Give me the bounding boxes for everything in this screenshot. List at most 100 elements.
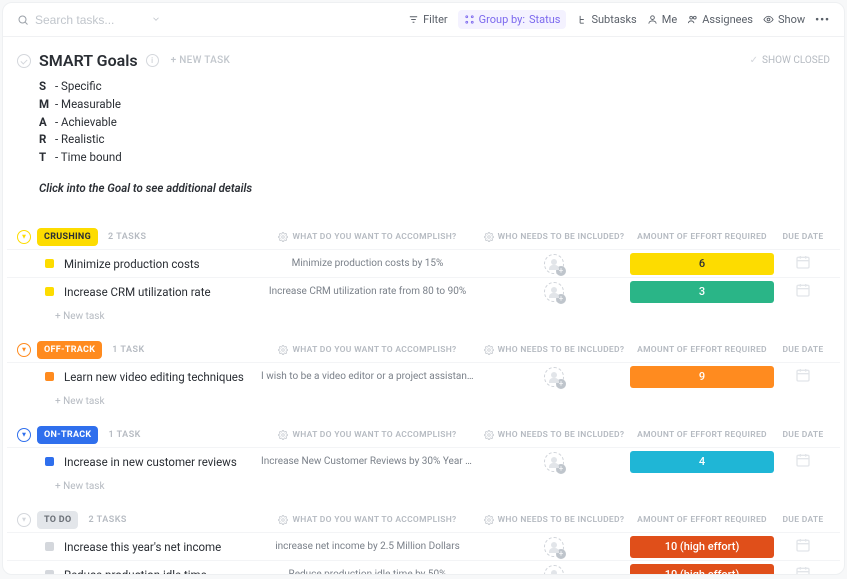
assignee-cell[interactable]: + [480,367,628,387]
status-square-icon[interactable] [45,287,54,296]
task-description: increase net income by 2.5 Million Dolla… [255,541,480,552]
task-row[interactable]: Increase CRM utilization rateIncrease CR… [7,277,840,305]
due-date-cell[interactable] [776,282,830,301]
task-row[interactable]: Reduce production idle timeReduce produc… [7,560,840,575]
column-accomplish[interactable]: WHAT DO YOU WANT TO ACCOMPLISH? [255,232,480,242]
task-row[interactable]: Increase this year's net income increase … [7,532,840,560]
collapse-toggle[interactable]: ▾ [17,428,31,442]
new-task-button[interactable]: + New task [7,475,840,492]
filter-button[interactable]: Filter [408,13,448,26]
subtasks-label: Subtasks [591,13,636,26]
instructions-text: Click into the Goal to see additional de… [39,181,830,195]
search-input[interactable] [35,13,145,27]
info-icon[interactable]: i [146,54,159,67]
check-icon: ✓ [750,55,758,66]
due-date-cell[interactable] [776,565,830,575]
new-task-header-button[interactable]: + NEW TASK [171,55,230,66]
subtasks-icon [576,14,587,25]
group-by-button[interactable]: Group by: Status [458,10,567,29]
task-count: 2 TASKS [88,515,126,525]
chevron-down-icon[interactable] [151,13,161,27]
add-assignee-icon[interactable]: + [544,367,564,387]
users-icon [687,14,698,25]
column-due[interactable]: DUE DATE [776,430,830,440]
status-pill[interactable]: TO DO [37,511,78,529]
status-square-icon[interactable] [45,372,54,381]
assignee-cell[interactable]: + [480,537,628,557]
effort-badge[interactable]: 9 [630,366,774,388]
task-description: Increase New Customer Reviews by 30% Yea… [255,456,480,467]
column-effort[interactable]: AMOUNT OF EFFORT REQUIRED [628,345,776,355]
assignees-button[interactable]: Assignees [687,13,753,26]
status-pill[interactable]: ON-TRACK [37,426,98,444]
effort-badge[interactable]: 10 (high effort) [630,564,774,575]
collapse-toggle[interactable]: ▾ [17,230,31,244]
add-assignee-icon[interactable]: + [544,452,564,472]
new-task-button[interactable]: + New task [7,390,840,407]
gear-icon [484,430,494,440]
assignee-cell[interactable]: + [480,282,628,302]
task-row[interactable]: Increase in new customer reviews Increase… [7,447,840,475]
group-header: ▾OFF-TRACK1 TASKWHAT DO YOU WANT TO ACCO… [7,338,840,362]
status-square-icon[interactable] [45,457,54,466]
task-row[interactable]: Learn new video editing techniquesI wish… [7,362,840,390]
status-square-icon[interactable] [45,570,54,575]
status-square-icon[interactable] [45,259,54,268]
calendar-icon [795,254,811,273]
new-task-button[interactable]: + New task [7,305,840,322]
effort-badge[interactable]: 4 [630,451,774,473]
group-header: ▾CRUSHING2 TASKSWHAT DO YOU WANT TO ACCO… [7,225,840,249]
show-button[interactable]: Show [763,13,805,26]
add-assignee-icon[interactable]: + [544,537,564,557]
task-description: Minimize production costs by 15% [255,258,480,269]
status-square-icon[interactable] [45,542,54,551]
task-title: Increase in new customer reviews [64,455,237,469]
add-assignee-icon[interactable]: + [544,565,564,575]
add-assignee-icon[interactable]: + [544,282,564,302]
task-title: Increase this year's net income [64,540,221,554]
column-who[interactable]: WHO NEEDS TO BE INCLUDED? [480,345,628,355]
due-date-cell[interactable] [776,254,830,273]
column-due[interactable]: DUE DATE [776,515,830,525]
chevron-down-icon: ▾ [22,233,26,240]
task-row[interactable]: Minimize production costsMinimize produc… [7,249,840,277]
column-who[interactable]: WHO NEEDS TO BE INCLUDED? [480,515,628,525]
column-effort[interactable]: AMOUNT OF EFFORT REQUIRED [628,515,776,525]
due-date-cell[interactable] [776,537,830,556]
column-accomplish[interactable]: WHAT DO YOU WANT TO ACCOMPLISH? [255,515,480,525]
subtasks-button[interactable]: Subtasks [576,13,636,26]
status-pill[interactable]: OFF-TRACK [37,341,102,359]
effort-badge[interactable]: 6 [630,253,774,275]
gear-icon [278,232,288,242]
column-effort[interactable]: AMOUNT OF EFFORT REQUIRED [628,430,776,440]
column-effort[interactable]: AMOUNT OF EFFORT REQUIRED [628,232,776,242]
effort-badge[interactable]: 3 [630,281,774,303]
smart-description: S- Specific M- Measurable A- Achievable … [39,78,830,167]
column-due[interactable]: DUE DATE [776,232,830,242]
plus-icon: + [556,266,566,276]
collapse-toggle[interactable]: ▾ [17,513,31,527]
show-closed-toggle[interactable]: ✓ SHOW CLOSED [750,55,830,66]
add-assignee-icon[interactable]: + [544,254,564,274]
due-date-cell[interactable] [776,452,830,471]
status-pill[interactable]: CRUSHING [37,228,98,246]
column-who[interactable]: WHO NEEDS TO BE INCLUDED? [480,430,628,440]
more-menu[interactable]: ••• [815,13,830,26]
effort-badge[interactable]: 10 (high effort) [630,536,774,558]
column-accomplish[interactable]: WHAT DO YOU WANT TO ACCOMPLISH? [255,345,480,355]
show-closed-label: SHOW CLOSED [762,55,830,66]
plus-icon: + [556,294,566,304]
task-description: Reduce production idle time by 50% [255,569,480,575]
assignee-cell[interactable]: + [480,565,628,575]
collapse-toggle[interactable]: ▾ [17,343,31,357]
column-due[interactable]: DUE DATE [776,345,830,355]
assignee-cell[interactable]: + [480,452,628,472]
me-button[interactable]: Me [647,13,677,26]
eye-icon [763,14,774,25]
column-who[interactable]: WHO NEEDS TO BE INCLUDED? [480,232,628,242]
column-accomplish[interactable]: WHAT DO YOU WANT TO ACCOMPLISH? [255,430,480,440]
list-status-icon [17,54,31,68]
assignee-cell[interactable]: + [480,254,628,274]
due-date-cell[interactable] [776,367,830,386]
group-by-prefix: Group by: [479,13,525,26]
